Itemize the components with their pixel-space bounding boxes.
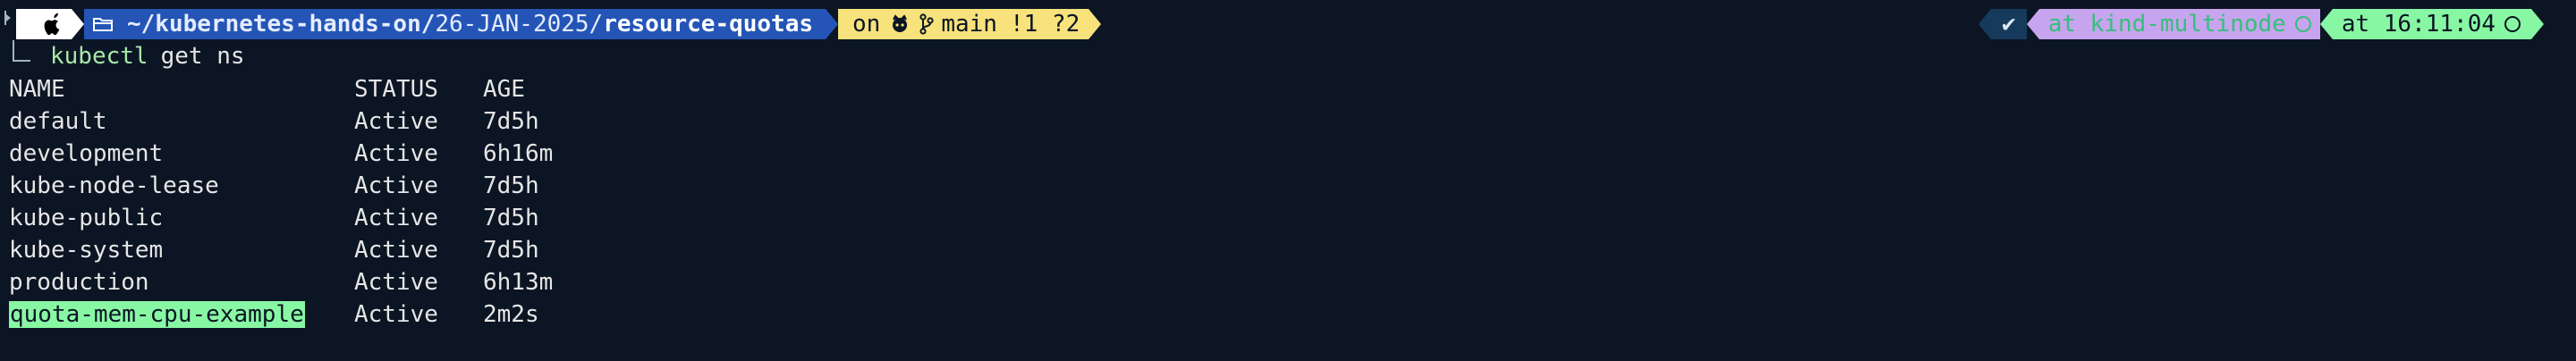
namespace-age: 7d5h [483, 237, 539, 264]
check-icon: ✔ [2002, 11, 2016, 38]
namespace-age: 7d5h [483, 205, 539, 231]
namespace-age: 6h16m [483, 140, 554, 167]
namespace-name: default [9, 108, 107, 135]
on-label: on [852, 11, 881, 38]
table-row: development Active 6h16m [9, 139, 553, 169]
os-segment [16, 9, 72, 39]
namespace-name: production [9, 269, 149, 296]
segment-separator [1979, 9, 1992, 39]
namespace-status: Active [354, 205, 438, 231]
namespace-status: Active [354, 301, 438, 328]
namespace-name: kube-system [9, 237, 164, 264]
kube-context-segment: at kind-multinode [2038, 9, 2320, 39]
header-age: AGE [483, 76, 525, 103]
path-dir: ~/kubernetes-hands-on/ [127, 11, 436, 38]
path-segment: ~/kubernetes-hands-on/26-JAN-2025/resour… [84, 9, 826, 39]
namespace-status: Active [354, 237, 438, 264]
namespace-name-highlighted[interactable]: quota-mem-cpu-example [9, 301, 305, 328]
folder-icon [93, 18, 113, 31]
segment-endcap [2531, 9, 2544, 39]
namespace-age: 7d5h [483, 172, 539, 199]
git-branch-icon [919, 13, 934, 35]
table-row: default Active 7d5h [9, 106, 539, 137]
namespace-status: Active [354, 269, 438, 296]
segment-separator [2319, 9, 2333, 39]
clock-icon [2504, 16, 2521, 32]
command-name: kubectl [50, 43, 148, 70]
exit-status-segment: ✔ [1991, 9, 2027, 39]
namespace-name: kube-public [9, 205, 164, 231]
namespace-status: Active [354, 140, 438, 167]
namespace-status: Active [354, 172, 438, 199]
prompt-left: ~/kubernetes-hands-on/26-JAN-2025/resour… [0, 9, 1102, 39]
namespace-name: kube-node-lease [9, 172, 219, 199]
namespace-status: Active [354, 108, 438, 135]
git-branch: main [941, 11, 997, 38]
table-row: kube-node-lease Active 7d5h [9, 171, 539, 201]
table-row: kube-public Active 7d5h [9, 203, 539, 233]
apple-icon [44, 13, 60, 36]
namespace-age: 7d5h [483, 108, 539, 135]
segment-separator [826, 9, 839, 39]
command-args: get ns [160, 43, 245, 70]
prompt-connector [13, 40, 30, 62]
namespace-name-cell: quota-mem-cpu-example [9, 301, 354, 328]
namespace-age: 2m2s [483, 301, 539, 328]
table-row: quota-mem-cpu-example Active 2m2s [9, 299, 539, 330]
terminal-window: ~/kubernetes-hands-on/26-JAN-2025/resour… [0, 0, 2576, 361]
path-leaf: resource-quotas [603, 11, 814, 38]
clock-time: at 16:11:04 [2341, 11, 2496, 38]
namespace-name: development [9, 140, 164, 167]
segment-separator [72, 9, 84, 39]
command-line[interactable]: kubectl get ns [13, 40, 245, 70]
table-row: kube-system Active 7d5h [9, 235, 539, 265]
table-row: production Active 6h13m [9, 267, 553, 298]
path-subdir: 26-JAN-2025/ [435, 11, 604, 38]
namespace-age: 6h13m [483, 269, 554, 296]
header-name: NAME [9, 76, 65, 103]
github-icon [893, 14, 908, 32]
git-segment: on main !1 ?2 [838, 9, 1089, 39]
kube-icon [2294, 16, 2311, 32]
segment-separator [2026, 9, 2039, 39]
header-status: STATUS [354, 76, 438, 103]
kube-context: at kind-multinode [2047, 11, 2286, 38]
prompt-right: ✔ at kind-multinode at 16:11:04 [1979, 9, 2544, 39]
table-header: NAME STATUS AGE [9, 74, 525, 105]
git-status: !1 ?2 [1009, 11, 1080, 38]
time-segment: at 16:11:04 [2332, 9, 2531, 39]
segment-separator [1089, 9, 1102, 39]
